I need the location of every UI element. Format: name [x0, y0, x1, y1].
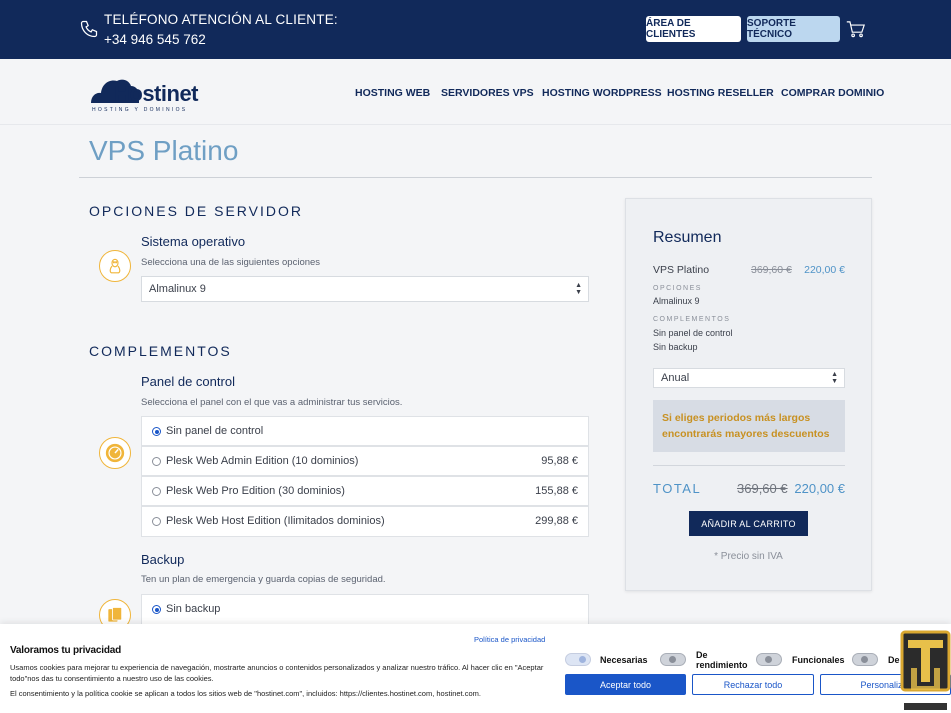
- os-select[interactable]: Almalinux 9 ▲ ▼: [141, 276, 589, 302]
- os-select-value: Almalinux 9: [149, 283, 206, 295]
- summary-divider: [653, 465, 845, 466]
- summary-addon-backup: Sin backup: [653, 342, 698, 352]
- main-header: Hostinet HOSTING Y DOMINIOS HOSTING WEB …: [0, 59, 951, 125]
- radio-button[interactable]: [152, 427, 161, 436]
- summary-options-caption: OPCIONES: [653, 285, 702, 292]
- panel-option-plesk-host[interactable]: Plesk Web Host Edition (Ilimitados domin…: [141, 506, 589, 537]
- cart-icon[interactable]: [846, 20, 865, 38]
- toggle-functional-label: Funcionales: [792, 655, 845, 665]
- radio-button[interactable]: [152, 457, 161, 466]
- addons-heading: COMPLEMENTOS: [89, 343, 232, 359]
- phone-number[interactable]: +34 946 545 762: [104, 32, 206, 47]
- clients-area-button[interactable]: ÁREA DE CLIENTES: [646, 16, 741, 42]
- discount-promo-box: Si eliges periodos más largos encontrará…: [653, 400, 845, 452]
- privacy-policy-link[interactable]: Política de privacidad: [474, 635, 545, 644]
- nav-buy-domain[interactable]: COMPRAR DOMINIO: [781, 87, 884, 99]
- summary-addon-panel: Sin panel de control: [653, 328, 733, 338]
- gauge-icon: [99, 437, 131, 469]
- backup-title: Backup: [141, 552, 185, 567]
- toggle-necessary: [565, 653, 591, 666]
- add-to-cart-button[interactable]: AÑADIR AL CARRITO: [689, 511, 808, 536]
- total-new-price: 220,00 €: [794, 481, 845, 496]
- option-price: 299,88 €: [535, 515, 578, 527]
- accept-all-button[interactable]: Aceptar todo: [565, 674, 686, 695]
- panel-option-none[interactable]: Sin panel de control: [141, 416, 589, 446]
- panel-option-plesk-pro[interactable]: Plesk Web Pro Edition (30 dominios) 155,…: [141, 476, 589, 506]
- option-label: Plesk Web Admin Edition (10 dominios): [166, 455, 359, 467]
- backup-option-none[interactable]: Sin backup: [141, 594, 589, 625]
- nav-vps-servers[interactable]: SERVIDORES VPS: [441, 87, 534, 99]
- summary-options-value: Almalinux 9: [653, 296, 700, 306]
- panel-option-plesk-admin[interactable]: Plesk Web Admin Edition (10 dominios) 95…: [141, 446, 589, 476]
- summary-new-price: 220,00 €: [804, 264, 845, 276]
- title-divider: [79, 177, 872, 178]
- summary-addons-caption: COMPLEMENTOS: [653, 316, 731, 323]
- backup-description: Ten un plan de emergencia y guarda copia…: [141, 574, 386, 585]
- order-summary-card: Resumen VPS Platino 369,60 € 220,00 € OP…: [625, 198, 872, 591]
- logo-tagline: HOSTING Y DOMINIOS: [92, 107, 188, 113]
- cookie-banner: Valoramos tu privacidad Política de priv…: [0, 624, 951, 713]
- summary-product: VPS Platino: [653, 264, 710, 276]
- toggle-performance-label: De rendimiento: [696, 650, 748, 670]
- nav-hosting-web[interactable]: HOSTING WEB: [355, 87, 430, 99]
- option-label: Plesk Web Pro Edition (30 dominios): [166, 485, 345, 497]
- option-price: 155,88 €: [535, 485, 578, 497]
- toggle-functional[interactable]: [756, 653, 782, 666]
- nav-hosting-wordpress[interactable]: HOSTING WORDPRESS: [542, 87, 662, 99]
- radio-button[interactable]: [152, 487, 161, 496]
- toggle-necessary-label: Necesarias: [600, 655, 648, 665]
- phone-label: TELÉFONO ATENCIÓN AL CLIENTE:: [104, 12, 338, 27]
- top-bar: TELÉFONO ATENCIÓN AL CLIENTE: +34 946 54…: [0, 0, 951, 59]
- billing-period-select[interactable]: Anual ▲ ▼: [653, 368, 845, 388]
- toggle-advertising[interactable]: [852, 653, 878, 666]
- watermark-logo: [900, 630, 951, 713]
- control-panel-title: Panel de control: [141, 374, 235, 389]
- page-title: VPS Platino: [89, 135, 239, 166]
- control-panel-description: Selecciona el panel con el que vas a adm…: [141, 397, 403, 408]
- reject-all-button[interactable]: Rechazar todo: [692, 674, 814, 695]
- cookie-scope-text: El consentimiento y la política cookie s…: [10, 689, 481, 698]
- select-arrows-icon: ▲ ▼: [831, 371, 838, 385]
- tech-support-button[interactable]: SOPORTE TÉCNICO: [747, 16, 840, 42]
- os-description: Selecciona una de las siguientes opcione…: [141, 257, 321, 268]
- server-options-heading: OPCIONES DE SERVIDOR: [89, 203, 304, 219]
- cookie-text: Usamos cookies para mejorar tu experienc…: [10, 663, 544, 683]
- linux-tux-icon: [99, 250, 131, 282]
- total-label: TOTAL: [653, 481, 702, 496]
- vat-note: * Precio sin IVA: [714, 551, 783, 562]
- radio-button[interactable]: [152, 517, 161, 526]
- phone-icon: [80, 20, 98, 38]
- option-label: Sin panel de control: [166, 425, 264, 437]
- os-title: Sistema operativo: [141, 234, 246, 249]
- radio-button[interactable]: [152, 605, 161, 614]
- option-label: Sin backup: [166, 603, 221, 615]
- summary-old-price: 369,60 €: [751, 264, 792, 276]
- logo-text: Hostinet: [114, 81, 199, 106]
- total-old-price: 369,60 €: [737, 481, 788, 496]
- option-label: Plesk Web Host Edition (Ilimitados domin…: [166, 515, 385, 527]
- billing-period-value: Anual: [661, 372, 690, 384]
- select-arrows-icon: ▲ ▼: [575, 282, 582, 296]
- summary-title: Resumen: [653, 229, 722, 246]
- cookie-title: Valoramos tu privacidad: [10, 645, 121, 656]
- nav-hosting-reseller[interactable]: HOSTING RESELLER: [667, 87, 774, 99]
- toggle-performance[interactable]: [660, 653, 686, 666]
- option-price: 95,88 €: [541, 455, 578, 467]
- promo-text: Si eliges periodos más largos encontrará…: [662, 412, 830, 440]
